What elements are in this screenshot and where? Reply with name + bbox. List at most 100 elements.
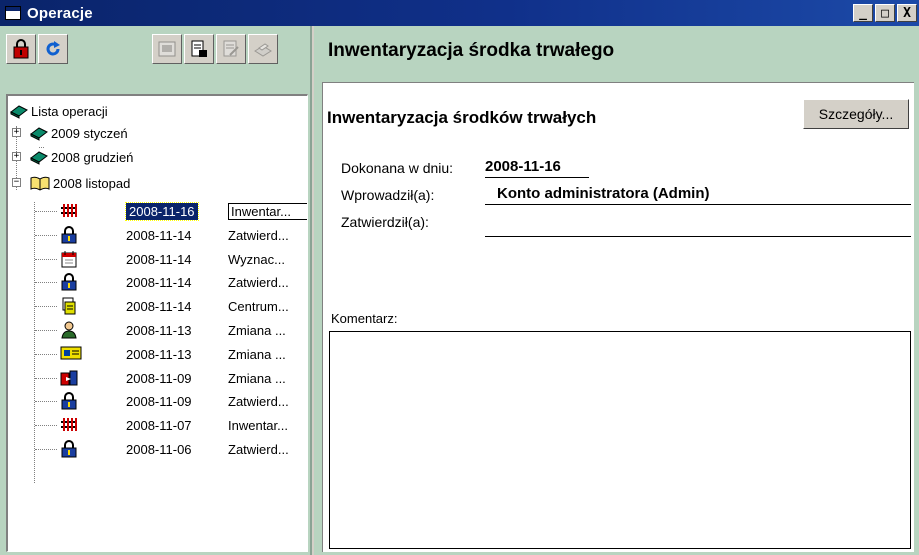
page-title: Inwentaryzacja środka trwałego	[328, 40, 615, 61]
approved-by-value	[485, 236, 911, 237]
window-titlebar[interactable]: Operacje _ □ X	[0, 0, 919, 26]
operations-tree[interactable]: Lista operacji + 2009 styczeń + 2008 gru…	[6, 94, 308, 552]
fk-icon	[158, 41, 176, 57]
tree-item[interactable]: 2008-11-07 Inwentar...	[8, 414, 307, 436]
find-document-icon	[191, 40, 207, 57]
tree-group-label: 2008 grudzień	[51, 149, 134, 165]
padlock-icon	[60, 392, 78, 413]
document-edit-icon	[223, 40, 239, 57]
tree-item-date-text: 2008-11-14	[126, 274, 192, 290]
approved-by-label: Zatwierdził(a):	[341, 214, 429, 230]
tree-item-date: 2008-11-14	[126, 252, 226, 267]
tree-item-name: Zatwierd...	[228, 441, 289, 457]
tree-item-date-text: 2008-11-06	[126, 441, 192, 457]
tree-item[interactable]: 2008-11-09 Zmiana ...	[8, 367, 307, 390]
tree-item-name: Centrum...	[228, 298, 289, 314]
tree-item-date: 2008-11-09	[126, 394, 226, 409]
close-button[interactable]: X	[897, 4, 917, 22]
expand-toggle-icon[interactable]: +	[12, 128, 21, 137]
tree-item-date-text: 2008-11-14	[126, 298, 192, 314]
open-book-icon	[30, 176, 50, 191]
person-icon	[60, 321, 78, 342]
book-icon	[30, 151, 48, 165]
tree-item-date-text: 2008-11-14	[126, 227, 192, 243]
padlock-icon	[60, 440, 78, 461]
details-button-label: Szczegóły...	[818, 106, 894, 122]
tree-item[interactable]: 2008-11-14 Zatwierd...	[8, 224, 307, 247]
tree-item-name: Zmiana ...	[228, 322, 286, 338]
entered-by-value: Konto administratora (Admin)	[485, 185, 911, 205]
detail-content: Inwentaryzacja środków trwałych Szczegół…	[322, 82, 914, 552]
tree-item-name: Zatwierd...	[228, 393, 289, 409]
detail-panel: Inwentaryzacja środka trwałego Inwentary…	[314, 26, 919, 555]
tree-item-date: 2008-11-16	[125, 201, 226, 221]
tree-item-name: Inwentar...	[228, 202, 307, 220]
inventory-icon	[60, 416, 78, 435]
refresh-icon	[46, 41, 60, 56]
tree-item-date-text: 2008-11-13	[126, 322, 192, 338]
tree-item[interactable]: 2008-11-16 Inwentar...	[8, 200, 307, 222]
tree-item[interactable]: 2008-11-14 Centrum...	[8, 295, 307, 317]
details-button[interactable]: Szczegóły...	[803, 99, 909, 129]
book-icon	[10, 105, 28, 119]
calendar-icon	[60, 250, 78, 271]
tree-item[interactable]: 2008-11-14 Wyznac...	[8, 248, 307, 271]
tree-item-date-text: 2008-11-13	[126, 346, 192, 362]
print-button[interactable]	[248, 34, 278, 64]
refresh-button[interactable]	[38, 34, 68, 64]
tree-root[interactable]: Lista operacji	[10, 100, 108, 122]
tree-item-date: 2008-11-13	[126, 323, 226, 338]
date-value: 2008-11-16	[485, 158, 589, 178]
window-controls: _ □ X	[853, 4, 917, 22]
comment-textarea[interactable]	[329, 331, 911, 549]
tree-item[interactable]: 2008-11-14 Zatwierd...	[8, 271, 307, 294]
tree-group-2009-styczen[interactable]: + 2009 styczeń	[10, 122, 128, 144]
tree-group-label: 2008 listopad	[53, 175, 131, 191]
tree-item-date: 2008-11-07	[126, 418, 226, 433]
toolbar	[6, 32, 306, 64]
tree-item-date: 2008-11-09	[126, 371, 226, 386]
document-edit-button[interactable]	[216, 34, 246, 64]
tree-item-date-text: 2008-11-09	[126, 393, 192, 409]
tree-item[interactable]: 2008-11-13 Zmiana ...	[8, 319, 307, 342]
tree-item-date-text: 2008-11-16	[125, 201, 199, 221]
tree-item-date-text: 2008-11-07	[126, 417, 192, 433]
comment-label: Komentarz:	[331, 311, 398, 326]
minimize-button[interactable]: _	[853, 4, 873, 22]
tree-group-label: 2009 styczeń	[51, 125, 128, 141]
lock-button[interactable]	[6, 34, 36, 64]
book-icon	[30, 127, 48, 141]
id-card-icon	[60, 345, 82, 364]
tree-group-2008-grudzien[interactable]: + 2008 grudzień	[10, 146, 133, 168]
collapse-toggle-icon[interactable]: −	[12, 178, 21, 187]
entered-by-label: Wprowadził(a):	[341, 187, 435, 203]
print-icon	[254, 43, 272, 57]
find-document-button[interactable]	[184, 34, 214, 64]
tree-item[interactable]: 2008-11-06 Zatwierd...	[8, 438, 307, 461]
form-title: Inwentaryzacja środków trwałych	[327, 108, 597, 127]
padlock-icon	[60, 226, 78, 247]
padlock-icon	[60, 273, 78, 294]
tree-item-date: 2008-11-13	[126, 347, 226, 362]
transfer-icon	[60, 369, 78, 390]
date-label: Dokonana w dniu:	[341, 160, 454, 176]
tree-item-date: 2008-11-14	[126, 299, 226, 314]
maximize-button[interactable]: □	[875, 4, 895, 22]
expand-toggle-icon[interactable]: +	[12, 152, 21, 161]
lock-icon	[13, 39, 29, 59]
fk-button[interactable]	[152, 34, 182, 64]
tree-item-name: Zatwierd...	[228, 274, 289, 290]
tree-item-name: Zmiana ...	[228, 346, 286, 362]
tree-item-date-text: 2008-11-09	[126, 370, 192, 386]
window-title: Operacje	[27, 4, 93, 22]
tree-item-date-text: 2008-11-14	[126, 251, 192, 267]
tree-item[interactable]: 2008-11-09 Zatwierd...	[8, 390, 307, 413]
tree-item-name: Zmiana ...	[228, 370, 286, 386]
tree-item-name: Inwentar...	[228, 417, 288, 433]
operations-panel: Lista operacji + 2009 styczeń + 2008 gru…	[0, 26, 312, 555]
tree-item-date: 2008-11-14	[126, 228, 226, 243]
tree-group-2008-listopad[interactable]: − 2008 listopad	[10, 172, 130, 194]
tree-item-name: Wyznac...	[228, 251, 285, 267]
tree-item[interactable]: 2008-11-13 Zmiana ...	[8, 343, 307, 365]
tree-item-date: 2008-11-14	[126, 275, 226, 290]
